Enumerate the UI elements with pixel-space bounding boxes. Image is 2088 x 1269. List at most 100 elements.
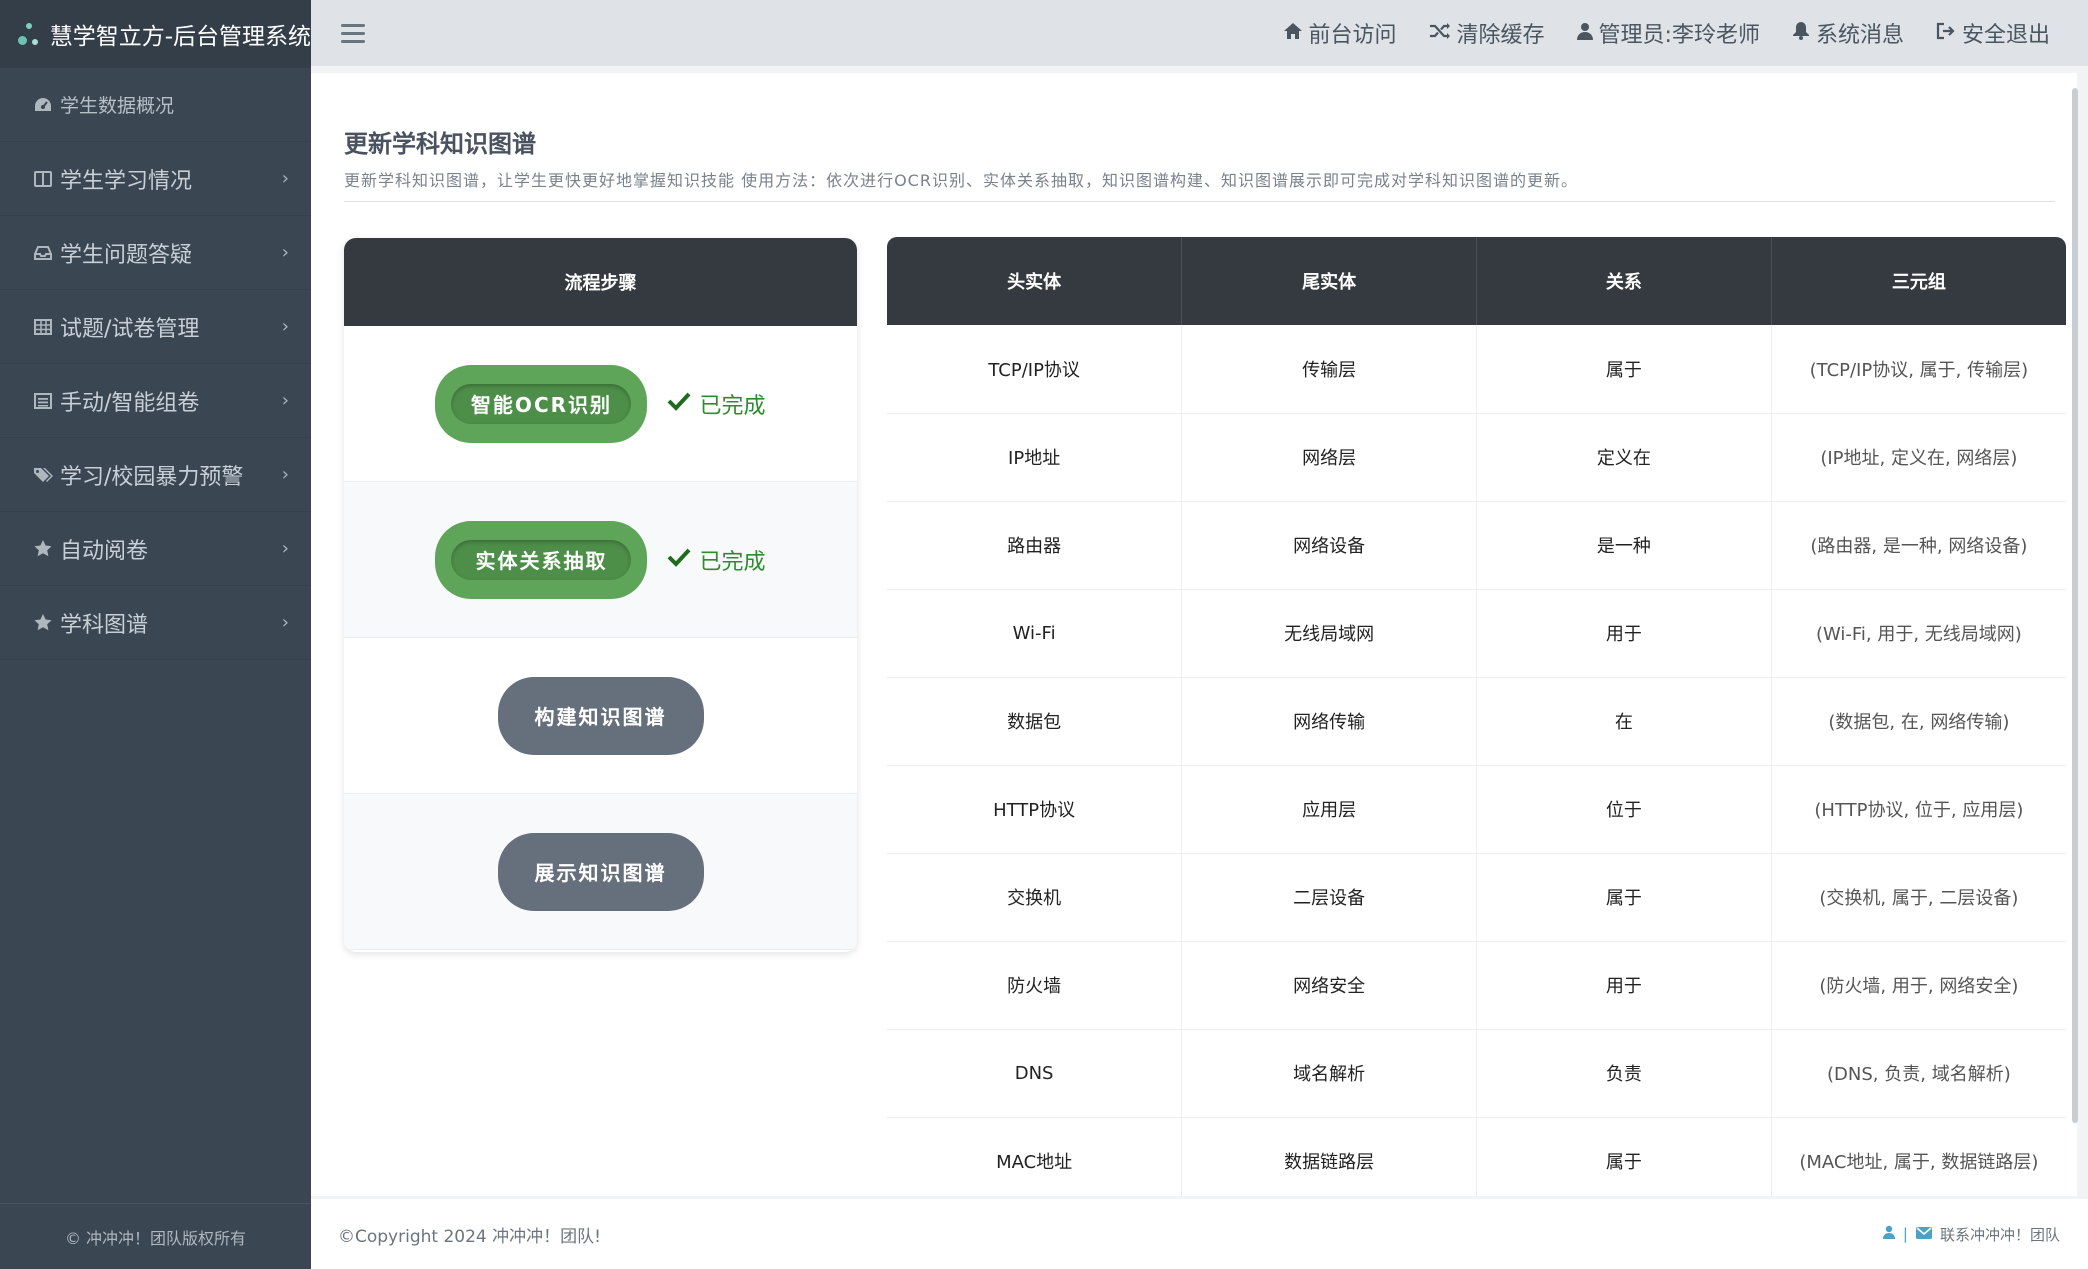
column-header[interactable]: 尾实体	[1181, 237, 1477, 325]
table-cell: 路由器	[887, 501, 1183, 590]
table-cell: (MAC地址, 属于, 数据链路层)	[1771, 1117, 2066, 1196]
sidebar-item-4[interactable]: 试题/试卷管理 ›	[0, 290, 311, 364]
table-row: HTTP协议 应用层 位于 (HTTP协议, 位于, 应用层)	[887, 765, 2066, 854]
table-cell: 数据链路层	[1181, 1117, 1477, 1196]
step-row: 展示知识图谱	[344, 794, 857, 950]
sidebar-item-8[interactable]: 学科图谱 ›	[0, 586, 311, 660]
table-cell: 位于	[1476, 765, 1772, 854]
book-icon	[32, 168, 54, 190]
sidebar-item-3[interactable]: 学生问题答疑 ›	[0, 216, 311, 290]
top-link-2[interactable]: 清除缓存	[1429, 17, 1545, 49]
top-link-1[interactable]: 前台访问	[1283, 17, 1397, 49]
menu-toggle-icon[interactable]	[341, 23, 365, 43]
table-cell: 在	[1476, 677, 1772, 766]
table-cell: (IP地址, 定义在, 网络层)	[1771, 413, 2066, 502]
table-cell: 防火墙	[887, 941, 1183, 1030]
top-link-4[interactable]: 系统消息	[1792, 17, 1904, 49]
sidebar-item-label: 学生学习情况	[60, 168, 193, 194]
table-row: MAC地址 数据链路层 属于 (MAC地址, 属于, 数据链路层)	[887, 1117, 2066, 1196]
column-header[interactable]: 头实体	[887, 237, 1183, 325]
page-title: 更新学科知识图谱	[344, 130, 536, 158]
star-icon	[32, 612, 54, 634]
step-row: 构建知识图谱	[344, 638, 857, 794]
table-row: 数据包 网络传输在 (数据包, 在, 网络传输)	[887, 677, 2066, 766]
dashboard-icon	[32, 94, 54, 116]
step-button-2[interactable]: 实体关系抽取	[435, 520, 648, 599]
column-header[interactable]: 关系	[1476, 237, 1772, 325]
logo-icon	[18, 19, 40, 49]
table-cell: (数据包, 在, 网络传输)	[1771, 677, 2066, 766]
triples-table: 头实体 尾实体 关系 三元组 TCP/IP协议 传输层 属于 (TCP/IP协议, 属于, …	[887, 237, 2066, 1196]
sidebar-item-7[interactable]: 自动阅卷 ›	[0, 512, 311, 586]
table-row: IP地址 网络层 定义在 (IP地址, 定义在, 网络层)	[887, 413, 2066, 502]
table-icon	[32, 316, 54, 338]
table-cell: 属于	[1476, 853, 1772, 942]
table-cell: 网络层	[1181, 413, 1477, 502]
chevron-right-icon: ›	[281, 538, 289, 559]
table-cell: 域名解析	[1181, 1029, 1477, 1118]
table-cell: 交换机	[887, 853, 1183, 942]
sidebar-item-label: 手动/智能组卷	[60, 390, 200, 416]
page-footer: ©Copyright 2024 冲冲冲！团队! | 联系冲冲冲！团队	[311, 1199, 2088, 1269]
table-cell: 属于	[1476, 325, 1772, 414]
check-icon	[667, 391, 699, 417]
table-cell: DNS	[887, 1029, 1183, 1118]
footer-contact: | 联系冲冲冲！团队	[1882, 1224, 2060, 1245]
sidebar-item-2[interactable]: 学生学习情况 ›	[0, 142, 311, 216]
table-header-row: 头实体 尾实体 关系 三元组	[887, 237, 2066, 325]
top-link-5[interactable]: 安全退出	[1936, 17, 2050, 49]
list-alt-icon	[32, 390, 54, 412]
table-row: 路由器 网络设备 是一种 (路由器, 是一种, 网络设备)	[887, 501, 2066, 590]
footer-copyright: ©Copyright 2024 冲冲冲！团队!	[338, 1226, 601, 1247]
user-icon[interactable]	[1882, 1225, 1895, 1243]
steps-list: 智能OCR识别 已完成实体关系抽取 已完成构建知识图谱 展示知识图谱	[344, 326, 857, 950]
table-cell: TCP/IP协议	[887, 325, 1183, 414]
table-cell: (TCP/IP协议, 属于, 传输层)	[1771, 325, 2066, 414]
step-row: 智能OCR识别 已完成	[344, 326, 857, 482]
star-icon	[32, 538, 54, 560]
sidebar-item-label: 学生问题答疑	[60, 242, 193, 268]
sidebar-item-label: 试题/试卷管理	[60, 316, 200, 342]
triples-table-container: 头实体 尾实体 关系 三元组 TCP/IP协议 传输层 属于 (TCP/IP协议, 属于, …	[887, 237, 2066, 1196]
table-row: DNS 域名解析 负责 (DNS, 负责, 域名解析)	[887, 1029, 2066, 1118]
brand[interactable]: 慧学智立方-后台管理系统	[0, 0, 311, 68]
table-cell: 二层设备	[1181, 853, 1477, 942]
table-cell: 用于	[1476, 941, 1772, 1030]
steps-card: 流程步骤 智能OCR识别 已完成 实体关系抽取 已完成 构建知识图谱 展示知识图谱	[344, 238, 857, 952]
table-row: 防火墙 网络安全 用于 (防火墙, 用于, 网络安全)	[887, 941, 2066, 1030]
table-cell: HTTP协议	[887, 765, 1183, 854]
table-cell: (HTTP协议, 位于, 应用层)	[1771, 765, 2066, 854]
top-link-label: 管理员:李玲老师	[1598, 23, 1760, 48]
step-button-4[interactable]: 展示知识图谱	[497, 832, 704, 911]
table-cell: Wi-Fi	[887, 589, 1183, 678]
envelope-icon[interactable]	[1915, 1225, 1932, 1243]
sidebar-item-label: 学习/校园暴力预警	[60, 464, 244, 490]
contact-link[interactable]: 联系冲冲冲！团队	[1940, 1224, 2060, 1245]
table-cell: (路由器, 是一种, 网络设备)	[1771, 501, 2066, 590]
sidebar-copyright: © 冲冲冲！团队版权所有	[0, 1203, 311, 1269]
table-cell: 负责	[1476, 1029, 1772, 1118]
brand-title: 慧学智立方-后台管理系统	[49, 24, 311, 50]
top-link-label: 清除缓存	[1456, 23, 1545, 48]
table-cell: (防火墙, 用于, 网络安全)	[1771, 941, 2066, 1030]
table-cell: MAC地址	[887, 1117, 1183, 1196]
column-header[interactable]: 三元组	[1771, 237, 2066, 325]
top-link-3[interactable]: 管理员:李玲老师	[1576, 17, 1760, 49]
sidebar-item-5[interactable]: 手动/智能组卷 ›	[0, 364, 311, 438]
step-button-3[interactable]: 构建知识图谱	[497, 676, 704, 755]
top-bar: 前台访问 清除缓存 管理员:李玲老师 系统消息 安全退出	[311, 0, 2088, 66]
top-link-label: 安全退出	[1961, 23, 2050, 48]
scrollbar[interactable]	[2072, 88, 2078, 1123]
table-cell: 应用层	[1181, 765, 1477, 854]
table-cell: 网络设备	[1181, 501, 1477, 590]
table-row: Wi-Fi 无线局域网 用于 (Wi-Fi, 用于, 无线局域网)	[887, 589, 2066, 678]
sidebar-item-1[interactable]: 学生数据概况	[0, 68, 311, 142]
table-row: 交换机 二层设备 属于 (交换机, 属于, 二层设备)	[887, 853, 2066, 942]
top-link-label: 系统消息	[1815, 23, 1904, 48]
table-cell: 传输层	[1181, 325, 1477, 414]
chevron-right-icon: ›	[281, 168, 289, 189]
sidebar-item-6[interactable]: 学习/校园暴力预警 ›	[0, 438, 311, 512]
step-button-1[interactable]: 智能OCR识别	[435, 364, 648, 443]
chevron-right-icon: ›	[281, 316, 289, 337]
step-status-text: 已完成	[699, 549, 766, 575]
